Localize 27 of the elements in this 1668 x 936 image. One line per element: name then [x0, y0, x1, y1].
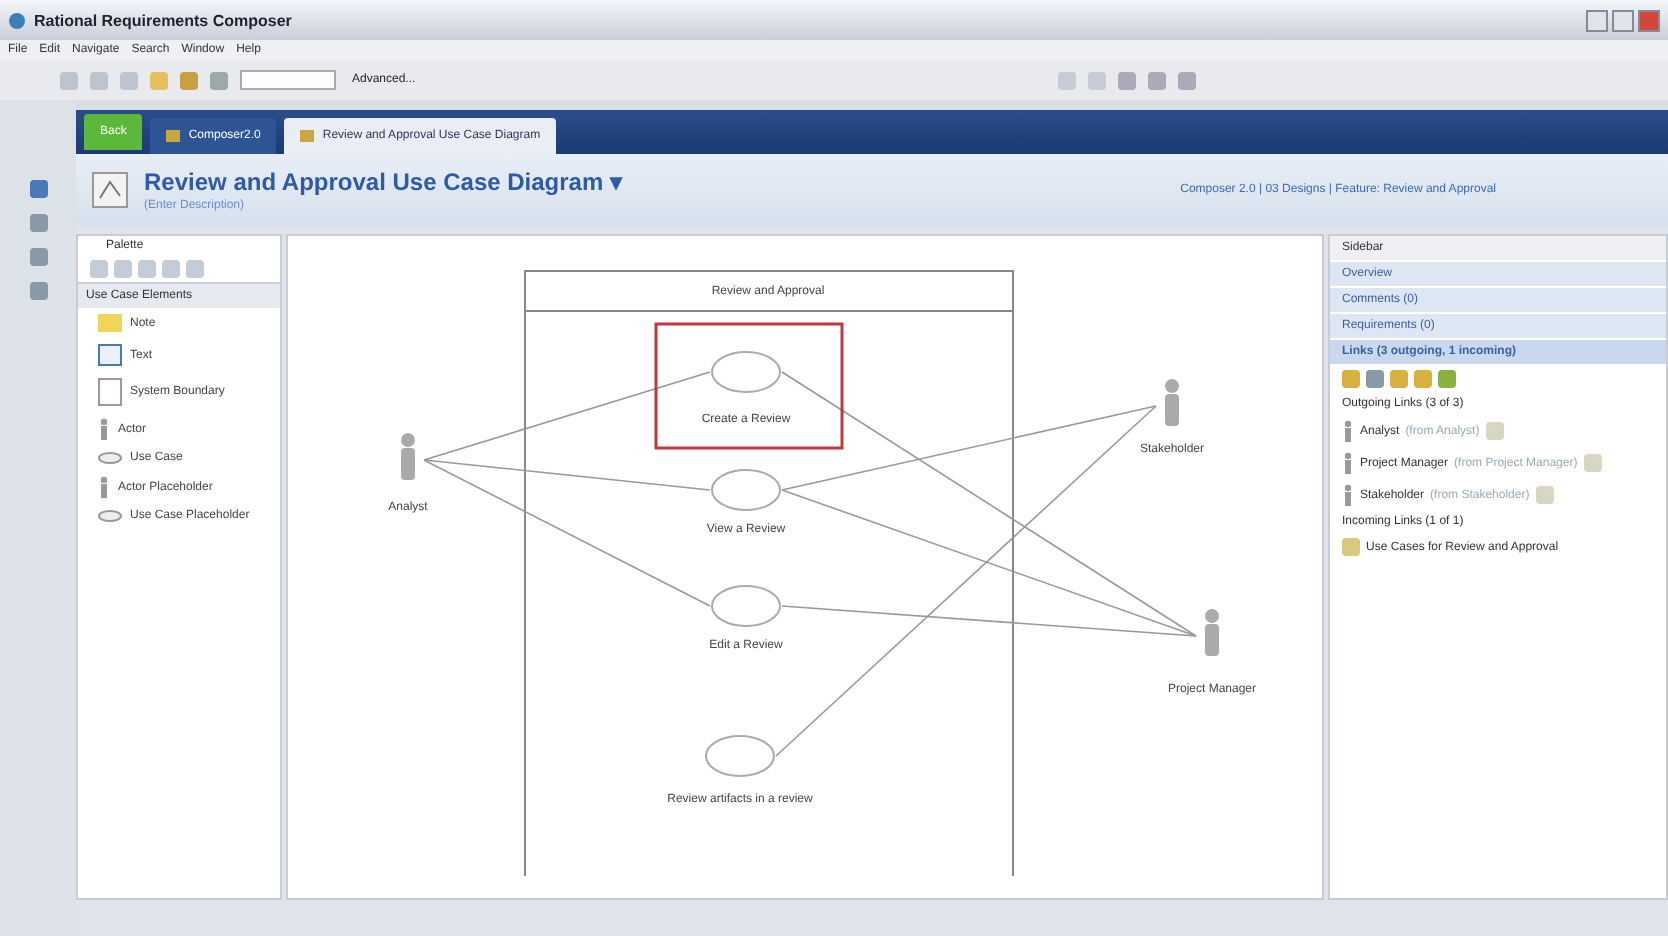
text-box-icon: [98, 344, 122, 366]
ellipse-icon: [98, 510, 122, 522]
actor-icon: [1342, 420, 1354, 442]
actor-icon: [1342, 452, 1354, 474]
note-icon: [98, 314, 122, 332]
maximize-button[interactable]: [1612, 9, 1634, 31]
window-title: Rational Requirements Composer: [34, 11, 292, 29]
actor-figure[interactable]: [1205, 609, 1219, 656]
search-field[interactable]: [240, 70, 336, 90]
boundary-icon: [98, 378, 122, 406]
close-button[interactable]: [1638, 9, 1660, 31]
actor-figure[interactable]: [401, 433, 415, 480]
actor-icon: [98, 476, 110, 498]
actor-figure[interactable]: [1165, 379, 1179, 426]
diagram-title: Review and Approval Use Case Diagram ▾: [144, 168, 622, 196]
minimize-button[interactable]: [1586, 9, 1608, 31]
folder-icon: [300, 130, 315, 142]
actor-icon: [1342, 484, 1354, 506]
use-case-ellipse[interactable]: [711, 469, 781, 511]
app-logo-icon: [8, 11, 26, 29]
use-case-ellipse[interactable]: [705, 735, 775, 777]
diagram-icon: [92, 172, 128, 208]
folder-icon: [166, 130, 181, 142]
use-case-ellipse[interactable]: [711, 585, 781, 627]
use-case-ellipse[interactable]: [711, 351, 781, 393]
actor-icon: [98, 418, 110, 440]
ellipse-icon: [98, 452, 122, 464]
